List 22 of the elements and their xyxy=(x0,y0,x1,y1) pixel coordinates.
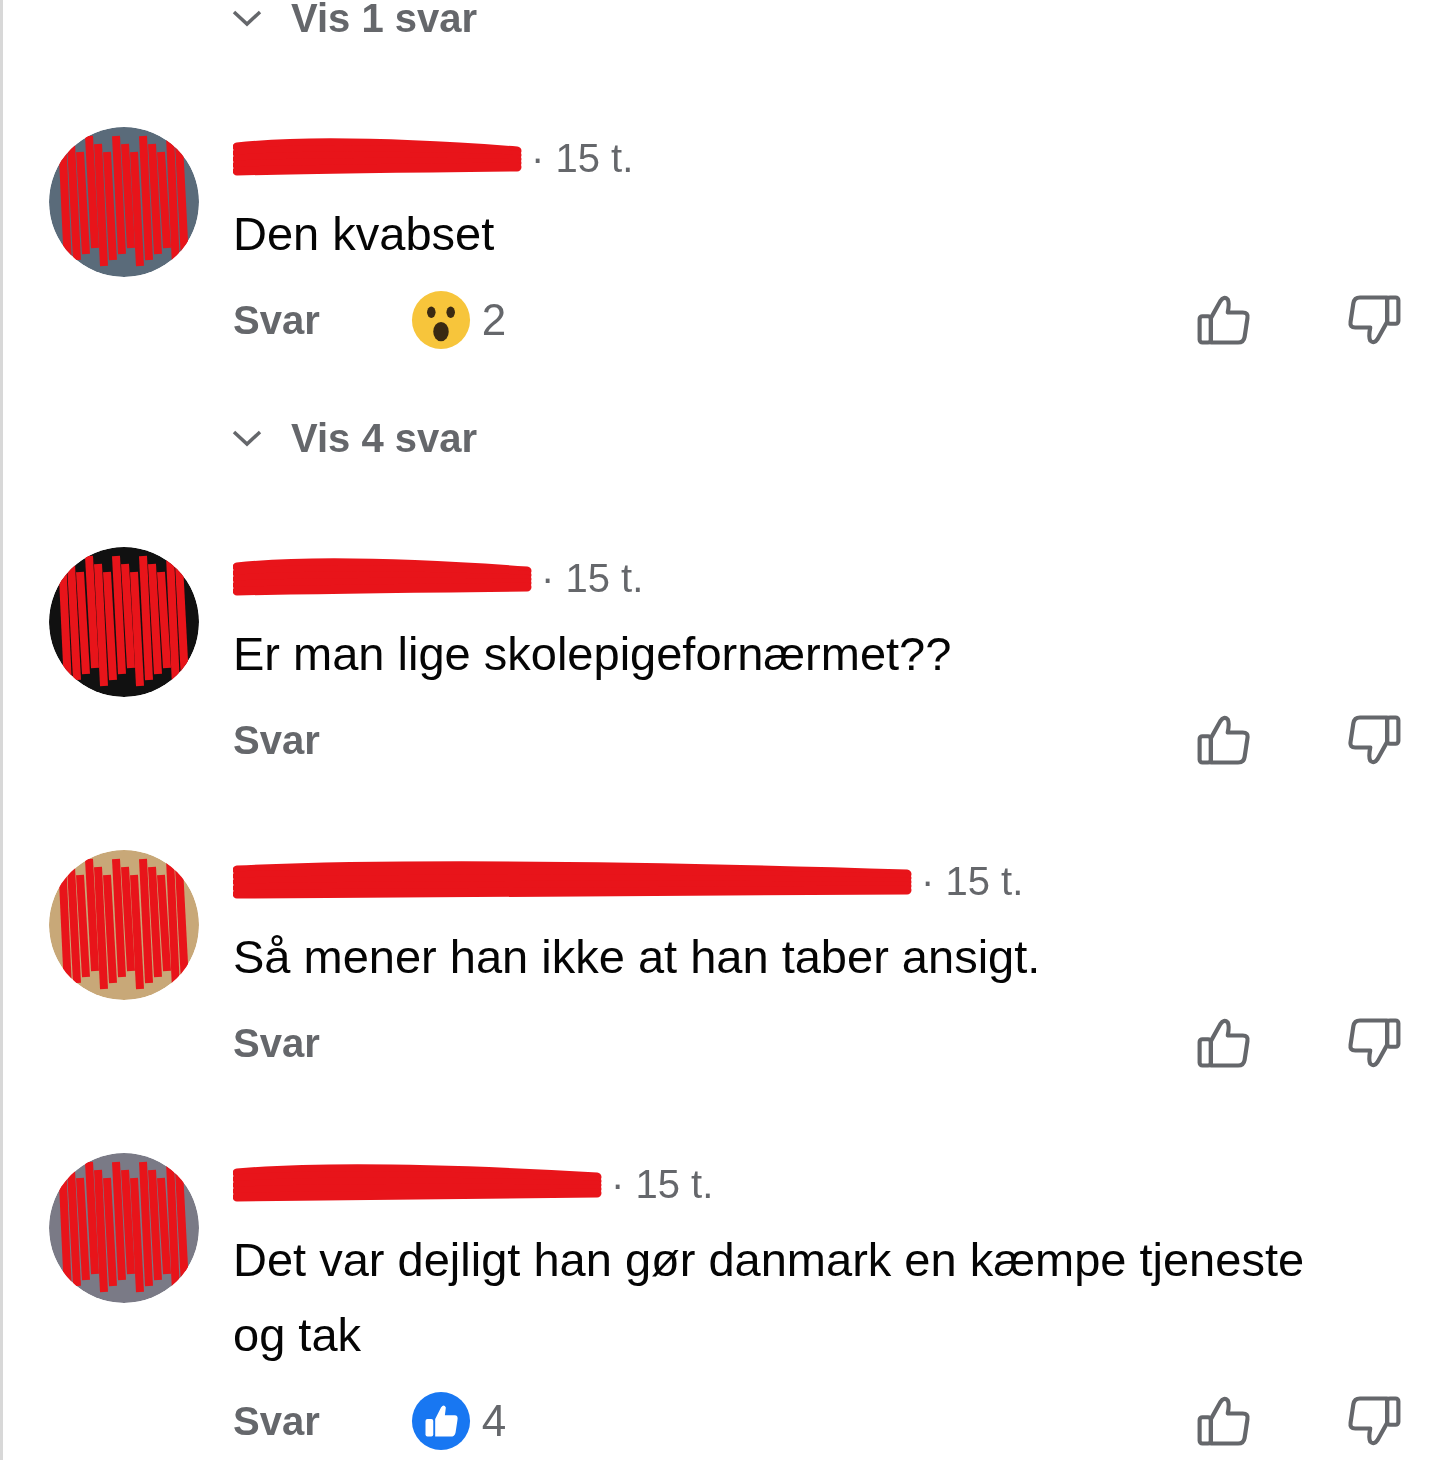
comment-text: Er man lige skolepigefornærmet?? xyxy=(233,626,953,682)
chevron-down-icon xyxy=(231,428,263,448)
reaction-count: 4 xyxy=(481,1395,507,1447)
view-replies-link[interactable]: Vis 4 svar xyxy=(231,408,478,468)
reply-link[interactable]: Svar xyxy=(233,1013,320,1073)
reply-link[interactable]: Svar xyxy=(233,710,320,770)
comment-time: · 15 t. xyxy=(541,555,644,602)
comment-text: Det var dejligt han gør danmark en kæmpe tjeneste og tak xyxy=(233,1232,1306,1363)
redacted-avatar[interactable] xyxy=(48,126,200,278)
reply-link[interactable]: Svar xyxy=(233,1391,320,1451)
reaction-count: 2 xyxy=(481,294,507,346)
comment-time: · 15 t. xyxy=(531,135,634,182)
redacted-avatar[interactable] xyxy=(48,546,200,698)
comment-text: Den kvabset xyxy=(233,206,496,262)
reply-link[interactable]: Svar xyxy=(233,290,320,350)
view-replies-link[interactable]: Vis 1 svar xyxy=(231,0,478,48)
comment-text: Så mener han ikke at han taber ansigt. xyxy=(233,929,1042,985)
chevron-down-icon xyxy=(231,8,263,28)
comment-time: · 15 t. xyxy=(921,858,1024,905)
like-icon xyxy=(409,1390,472,1452)
comment-time: · 15 t. xyxy=(611,1161,714,1208)
surprised-face-icon xyxy=(409,289,472,351)
